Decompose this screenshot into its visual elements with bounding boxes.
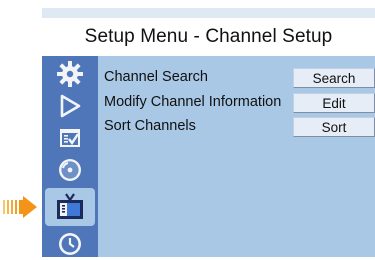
row-label: Sort Channels bbox=[104, 118, 196, 134]
selection-pointer-icon bbox=[3, 196, 37, 218]
checklist-icon bbox=[60, 129, 80, 147]
row-sort-channels[interactable]: Sort Channels Sort bbox=[104, 117, 375, 139]
edit-button[interactable]: Edit bbox=[293, 93, 375, 113]
sidebar-item-playback[interactable] bbox=[42, 90, 98, 122]
sidebar-item-channel-setup[interactable] bbox=[45, 188, 95, 226]
top-strip bbox=[42, 8, 375, 18]
row-label: Modify Channel Information bbox=[104, 94, 282, 110]
search-button[interactable]: Search bbox=[293, 68, 375, 88]
sidebar-item-disc[interactable] bbox=[42, 154, 98, 186]
disc-icon bbox=[59, 159, 81, 181]
sidebar-item-preferences[interactable] bbox=[42, 122, 98, 154]
play-icon bbox=[60, 94, 81, 118]
sidebar bbox=[42, 56, 98, 257]
setup-menu: Setup Menu - Channel Setup Channel Searc… bbox=[42, 8, 375, 257]
menu-title: Setup Menu - Channel Setup bbox=[42, 18, 375, 56]
row-label: Channel Search bbox=[104, 69, 208, 85]
row-modify-channel[interactable]: Modify Channel Information Edit bbox=[104, 93, 375, 115]
sidebar-item-general[interactable] bbox=[42, 58, 98, 90]
row-channel-search[interactable]: Channel Search Search bbox=[104, 68, 375, 90]
gear-icon bbox=[57, 61, 83, 87]
tv-icon bbox=[57, 193, 83, 219]
sort-button[interactable]: Sort bbox=[293, 117, 375, 137]
sidebar-item-timer[interactable] bbox=[42, 228, 98, 260]
clock-icon bbox=[59, 233, 81, 255]
